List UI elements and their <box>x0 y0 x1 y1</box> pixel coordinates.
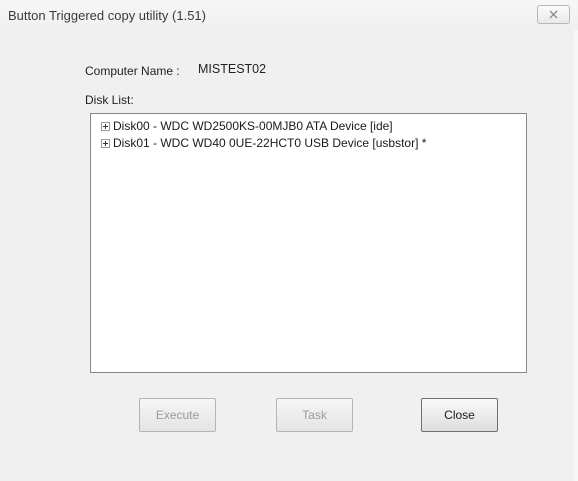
computer-name-label: Computer Name : <box>85 64 180 78</box>
computer-name-value: MISTEST02 <box>198 62 267 76</box>
tree-item-label: Disk00 - WDC WD2500KS-00MJB0 ATA Device … <box>113 119 393 133</box>
window-title: Button Triggered copy utility (1.51) <box>8 8 206 23</box>
plus-box-icon[interactable] <box>101 139 110 148</box>
close-button[interactable]: Close <box>421 398 498 432</box>
disk-list-label: Disk List: <box>85 93 134 107</box>
close-x-icon <box>549 10 558 19</box>
window-edge <box>574 30 578 481</box>
tree-item-label: Disk01 - WDC WD40 0UE-22HCT0 USB Device … <box>113 136 427 150</box>
dialog-window: Button Triggered copy utility (1.51) Com… <box>0 0 578 481</box>
task-button[interactable]: Task <box>276 398 353 432</box>
window-close-button[interactable] <box>537 5 570 24</box>
execute-button[interactable]: Execute <box>139 398 216 432</box>
plus-box-icon[interactable] <box>101 122 110 131</box>
title-bar[interactable]: Button Triggered copy utility (1.51) <box>0 0 578 34</box>
disk-list-tree[interactable]: Disk00 - WDC WD2500KS-00MJB0 ATA Device … <box>90 113 527 373</box>
